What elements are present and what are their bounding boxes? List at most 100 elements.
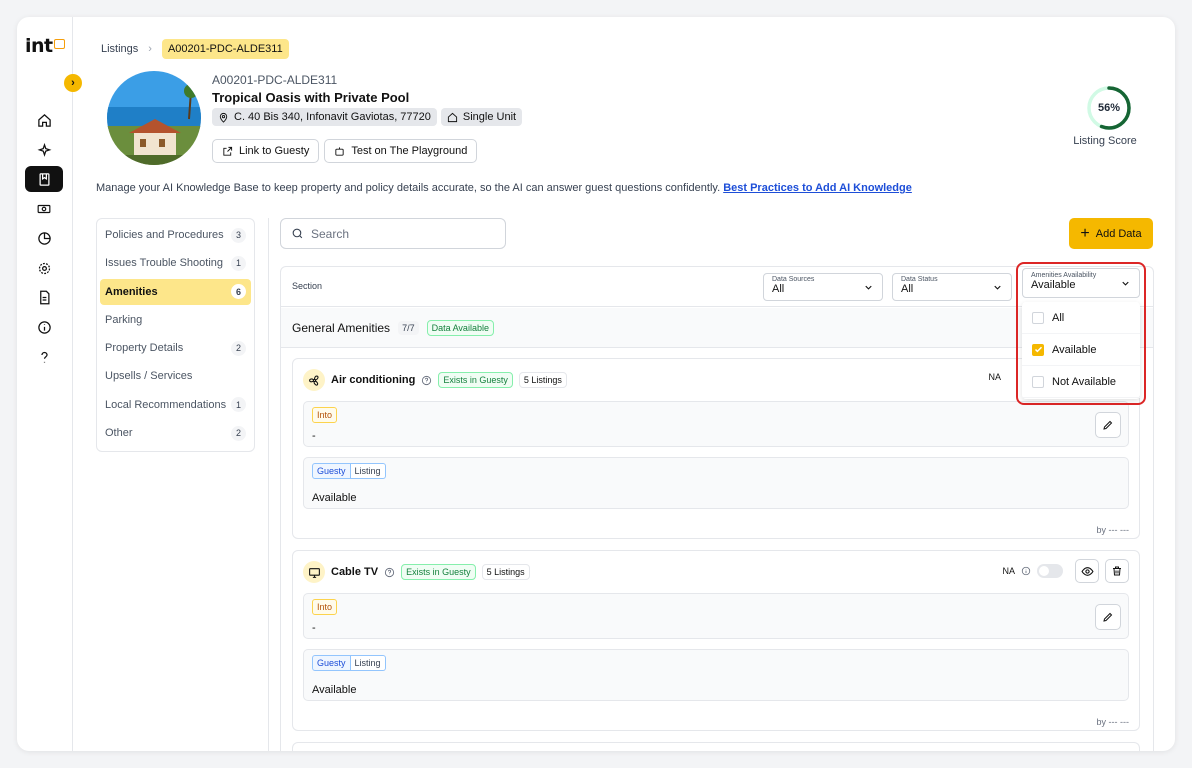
section-count-badge: 6 [231,284,246,300]
help-icon[interactable] [25,344,63,370]
checkbox[interactable] [1032,375,1044,388]
divider [268,218,269,751]
search-input[interactable]: Search [280,218,506,249]
app-logo[interactable]: int [25,35,65,57]
group-status-badge: Data Available [426,319,494,336]
breadcrumb-chevron-icon: › [148,43,152,55]
money-icon[interactable] [25,196,63,222]
section-label: Policies and Procedures [105,229,224,241]
location-pin-icon [219,112,228,123]
option-label: Not Available [1052,375,1117,388]
info-icon[interactable] [25,314,63,340]
delete-button[interactable] [1105,559,1129,583]
guesty-status-badge: Exists in Guesty [438,372,513,388]
card-header: Cable TV Exists in Guesty 5 Listings [303,561,530,583]
card-header: Air conditioning Exists in Guesty 5 List… [303,369,567,391]
home-icon[interactable] [25,107,63,133]
logo-house-icon [53,39,65,49]
trash-icon [1113,566,1121,576]
data-sources-filter[interactable]: Data Sources All [763,273,883,301]
score-ring: 56% [1086,85,1132,131]
test-playground-label: Test on The Playground [351,145,468,157]
amenities-availability-filter[interactable]: Amenities Availability Available [1022,268,1140,298]
filter-label: Data Status [901,276,938,283]
logo-text: int [25,35,53,57]
amenity-card-cable-tv: Cable TV Exists in Guesty 5 Listings NA [292,550,1140,731]
listing-title: Tropical Oasis with Private Pool [212,90,410,105]
section-count-badge: 2 [231,425,246,441]
dropdown-option[interactable]: All [1022,302,1140,334]
document-icon[interactable] [25,284,63,310]
dropdown-option[interactable]: Available [1022,334,1140,366]
help-circle-icon[interactable] [421,375,432,386]
dropdown-option[interactable]: Not Available [1022,366,1140,398]
edit-button[interactable] [1095,412,1121,438]
section-item[interactable]: Amenities 6 [100,278,251,305]
knowledge-book-icon[interactable] [25,166,63,192]
section-item[interactable]: Parking [100,307,251,333]
link-to-guesty-button[interactable]: Link to Guesty [212,139,320,163]
listings-count-chip[interactable]: 5 Listings [481,564,530,580]
unit-type-text: Single Unit [462,111,517,123]
score-label: Listing Score [1073,135,1137,147]
amenity-name: Air conditioning [331,374,416,386]
section-item[interactable]: Policies and Procedures 3 [100,222,251,248]
filter-label: Amenities Availability [1031,272,1097,279]
into-box: Into - [303,401,1129,447]
pencil-icon [1103,420,1113,430]
help-circle-icon[interactable] [384,567,395,578]
na-label: NA [1002,566,1015,576]
section-count-badge: 2 [231,340,246,356]
data-status-filter[interactable]: Data Status All [892,273,1012,301]
checkbox[interactable] [1032,343,1044,356]
add-data-button[interactable]: + Add Data [1069,218,1153,249]
pie-chart-icon[interactable] [25,225,63,251]
source-value: Available [312,492,357,504]
section-item[interactable]: Local Recommendations 1 [100,392,251,418]
guesty-status-badge: Exists in Guesty [401,564,476,580]
listing-actions: Link to Guesty Test on The Playground [212,139,478,163]
section-item[interactable]: Upsells / Services [100,363,251,389]
option-label: All [1052,311,1065,324]
section-count-badge: 3 [231,227,246,243]
section-list: Policies and Procedures 3 Issues Trouble S… [96,218,255,453]
edit-button[interactable] [1095,604,1121,630]
pencil-icon [1103,612,1113,622]
expand-sidebar-chevron-icon[interactable]: › [64,74,82,92]
byline: by --- --- [1096,525,1130,535]
address-text: C. 40 Bis 340, Infonavit Gaviotas, 77720 [234,111,431,123]
test-playground-button[interactable]: Test on The Playground [324,139,478,163]
sparkles-icon[interactable] [25,137,63,163]
info-icon[interactable] [1021,566,1031,576]
best-practices-link[interactable]: Best Practices to Add AI Knowledge [723,182,912,194]
listing-tag: Listing [350,655,386,671]
source-box: Guesty Listing Available [303,649,1129,701]
fan-icon [303,369,325,391]
source-value: Available [312,684,357,696]
filter-label: Data Sources [772,276,815,283]
breadcrumb-listings-link[interactable]: Listings [101,43,138,55]
tv-icon [303,561,325,583]
amenity-name: Cable TV [331,566,379,578]
plus-icon: + [1080,224,1090,242]
external-link-icon [223,146,233,156]
section-label: Property Details [105,342,184,355]
listings-count-chip[interactable]: 5 Listings [518,372,567,388]
amenity-card-partial [292,742,1140,751]
section-item[interactable]: Other 2 [100,420,251,446]
checkbox[interactable] [1032,311,1044,324]
section-item[interactable]: Issues Trouble Shooting 1 [100,250,251,276]
visibility-button[interactable] [1075,559,1099,583]
section-label: Parking [105,313,143,326]
na-label-partial: NA [988,372,1001,382]
section-label: Issues Trouble Shooting [105,257,224,270]
section-item[interactable]: Property Details 2 [100,335,251,361]
link-to-guesty-label: Link to Guesty [239,145,310,157]
listing-id: A00201-PDC-ALDE311 [212,73,338,87]
chevron-down-icon [865,285,872,290]
search-placeholder: Search [311,226,350,241]
na-toggle[interactable] [1037,564,1063,578]
unit-type-chip: Single Unit [440,108,523,126]
source-tags: Guesty Listing [312,463,386,479]
gear-icon[interactable] [25,255,63,281]
